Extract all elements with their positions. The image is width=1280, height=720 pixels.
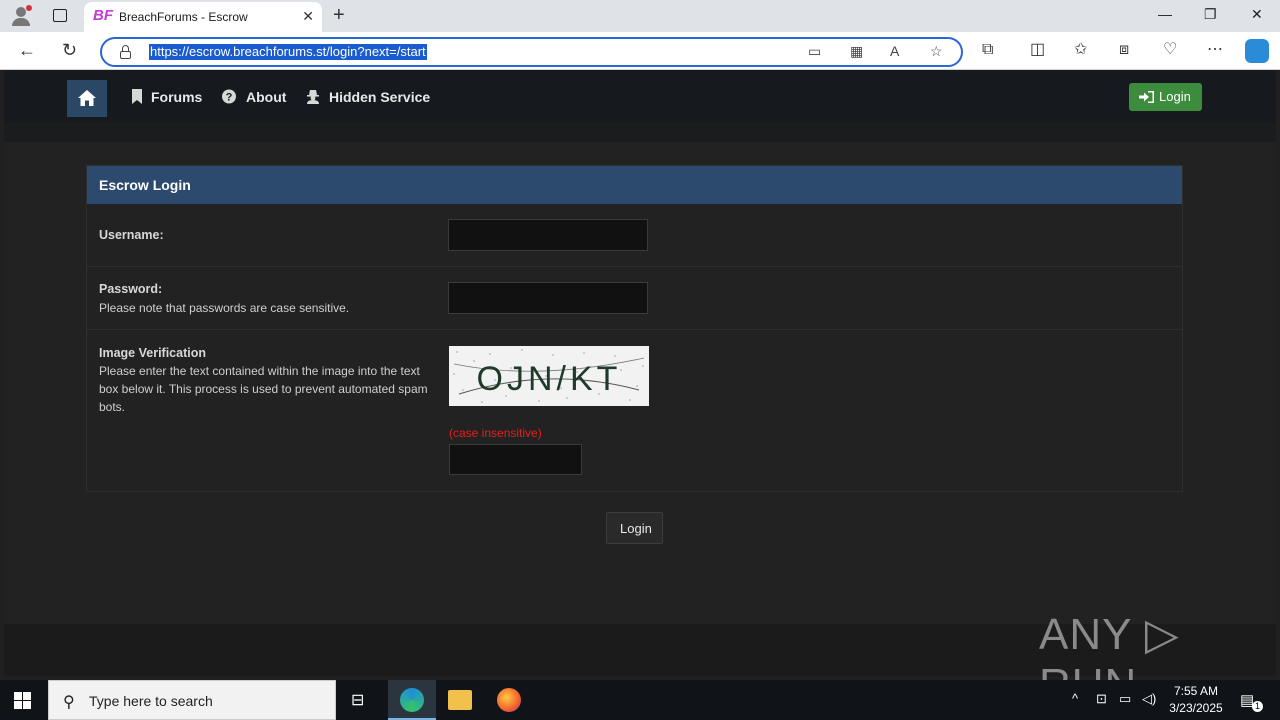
panel-header: Escrow Login: [87, 166, 1182, 204]
nav-about[interactable]: About: [246, 89, 286, 105]
nav-forums[interactable]: Forums: [151, 89, 202, 105]
favicon-icon: BF: [93, 7, 113, 24]
windows-start-icon[interactable]: [14, 692, 32, 710]
extensions-icon[interactable]: ⧉: [982, 40, 993, 60]
user-secret-icon: [307, 90, 319, 104]
nav-hidden-service[interactable]: Hidden Service: [329, 89, 430, 105]
case-insensitive-note: (case insensitive): [449, 426, 542, 440]
browser-tab-bar: BF BreachForums - Escrow ✕ + — ❐ ✕: [0, 0, 1280, 32]
favorites-icon[interactable]: ✩: [1074, 40, 1087, 60]
taskbar-search[interactable]: ⚲ Type here to search: [48, 680, 336, 720]
edge-icon: [400, 688, 424, 712]
browser-essentials-icon[interactable]: ♡: [1163, 40, 1177, 60]
windows-taskbar: ⚲ Type here to search ⊟ ^ ⊡ ▭ ◁) 7:55 AM…: [0, 680, 1280, 720]
browser-tab[interactable]: BF BreachForums - Escrow ✕: [84, 2, 322, 32]
device-icon[interactable]: ▭: [808, 43, 821, 60]
profile-icon[interactable]: [10, 5, 32, 27]
minimize-icon[interactable]: —: [1158, 6, 1172, 22]
captcha-note: Please enter the text contained within t…: [99, 364, 428, 414]
captcha-input[interactable]: [449, 444, 582, 475]
clock-date: 3/23/2025: [1169, 701, 1223, 715]
password-label: Password:: [99, 282, 163, 296]
network-icon[interactable]: ▭: [1119, 691, 1131, 707]
refresh-icon[interactable]: ↻: [62, 40, 77, 60]
escrow-login-panel: Escrow Login Username: Password: Please …: [86, 165, 1183, 492]
app-available-icon[interactable]: ▦: [850, 43, 863, 60]
header-login-label: Login: [1159, 89, 1191, 104]
close-tab-icon[interactable]: ✕: [302, 8, 314, 25]
back-icon[interactable]: ←: [18, 40, 36, 60]
page-viewport: Forums ? About Hidden Service Login Escr…: [4, 70, 1276, 709]
svg-text:OJN/KT: OJN/KT: [477, 360, 622, 398]
login-submit-button[interactable]: Login: [606, 512, 663, 544]
new-tab-icon[interactable]: +: [333, 4, 345, 26]
home-icon: [78, 90, 96, 106]
notification-count: 1: [1252, 701, 1263, 712]
svg-text:?: ?: [226, 92, 233, 104]
clock-time: 7:55 AM: [1173, 684, 1219, 698]
file-explorer-icon[interactable]: [448, 690, 472, 710]
captcha-label: Image Verification: [99, 346, 206, 360]
address-bar[interactable]: https://escrow.breachforums.st/login?nex…: [100, 37, 963, 67]
username-row: Username:: [87, 204, 1182, 267]
password-note: Please note that passwords are case sens…: [99, 301, 350, 315]
tray-device-icon[interactable]: ⊡: [1096, 691, 1107, 707]
username-label: Username:: [99, 228, 164, 242]
volume-icon[interactable]: ◁): [1142, 691, 1156, 707]
lock-icon[interactable]: [120, 45, 131, 59]
login-submit-label: Login: [620, 521, 652, 536]
panel-title: Escrow Login: [99, 177, 191, 193]
home-button[interactable]: [67, 80, 107, 117]
more-options-icon[interactable]: ⋯: [1207, 40, 1223, 60]
password-input[interactable]: [448, 282, 648, 314]
copilot-icon[interactable]: [1245, 39, 1269, 63]
browser-toolbar: ← ↻ https://escrow.breachforums.st/login…: [0, 32, 1280, 70]
taskbar-clock[interactable]: 7:55 AM 3/23/2025: [1166, 683, 1226, 717]
tab-title: BreachForums - Escrow: [119, 10, 248, 24]
firefox-icon[interactable]: [497, 688, 521, 712]
header-login-button[interactable]: Login: [1129, 83, 1202, 111]
question-circle-icon: ?: [222, 89, 236, 104]
collections-icon[interactable]: ⧈: [1119, 40, 1129, 60]
tray-chevron-icon[interactable]: ^: [1072, 691, 1078, 706]
password-row: Password: Please note that passwords are…: [87, 267, 1182, 330]
read-aloud-icon[interactable]: A: [890, 43, 899, 59]
captcha-row: Image Verification Please enter the text…: [87, 330, 1182, 492]
username-input[interactable]: [448, 219, 648, 251]
captcha-image: OJN/KT: [449, 346, 649, 406]
tab-actions-icon[interactable]: [53, 9, 67, 22]
edge-taskbar-item[interactable]: [388, 680, 436, 720]
restore-icon[interactable]: ❐: [1204, 6, 1217, 23]
search-icon: ⚲: [63, 694, 75, 711]
bookmark-icon: [132, 89, 142, 104]
taskbar-search-placeholder: Type here to search: [89, 693, 213, 709]
favorite-star-icon[interactable]: ☆: [930, 43, 943, 60]
task-view-icon[interactable]: ⊟: [351, 690, 364, 710]
split-screen-icon[interactable]: ◫: [1030, 40, 1045, 60]
url-text[interactable]: https://escrow.breachforums.st/login?nex…: [149, 44, 427, 60]
window-close-icon[interactable]: ✕: [1251, 6, 1263, 23]
site-header: Forums ? About Hidden Service Login: [4, 70, 1276, 142]
sign-in-icon: [1139, 91, 1154, 103]
